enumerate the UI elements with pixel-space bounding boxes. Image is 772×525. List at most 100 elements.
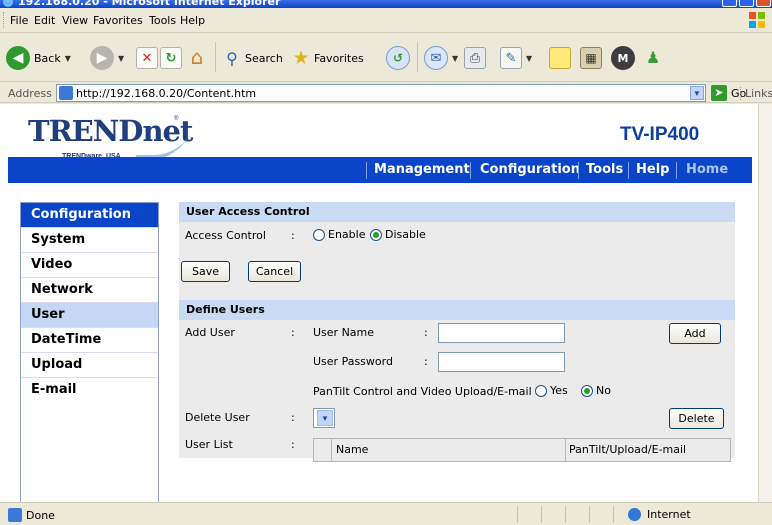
nav-tools[interactable]: Tools [586,162,623,177]
model-name: TV-IP400 [620,124,700,145]
user-name-input[interactable] [438,323,565,343]
mail-dropdown-icon: ▼ [452,53,459,63]
pantilt-no-option[interactable]: No [581,384,611,397]
refresh-button[interactable]: ↻ [160,47,182,69]
user-name-label: User Name [313,326,375,339]
nav-management[interactable]: Management [374,162,470,177]
user-name-colon: : [424,326,428,339]
delete-user-colon: : [291,411,295,424]
page-status-icon [8,508,22,522]
stop-button[interactable]: ✕ [136,47,158,69]
links-button[interactable]: Links [740,87,772,100]
search-button[interactable]: ⚲ Search [221,47,283,69]
user-access-control-heading: User Access Control [179,202,735,222]
toolbar-separator [417,42,418,72]
menu-favorites[interactable]: Favorites [93,14,143,27]
search-label: Search [245,51,283,65]
delete-user-label: Delete User [185,411,250,424]
sidebar-item-datetime[interactable]: DateTime [21,328,158,353]
pantilt-yes-radio[interactable] [535,384,547,397]
sidebar-item-network[interactable]: Network [21,278,158,303]
msn-button[interactable]: ♟ [642,46,664,68]
forward-dropdown-icon: ▼ [118,53,125,63]
security-zone: Internet [628,508,691,521]
pantilt-yes-label: Yes [550,384,568,397]
favorites-button[interactable]: ★ Favorites [290,47,363,69]
print-button[interactable]: ⎙ [464,47,486,69]
menu-edit[interactable]: Edit [34,14,55,27]
vertical-scrollbar[interactable] [758,104,772,502]
edit-icon: ✎ [500,47,522,69]
ie-icon [3,0,13,7]
research-button[interactable]: ▦ [580,47,602,69]
sidebar-item-video[interactable]: Video [21,253,158,278]
menu-file[interactable]: File [10,14,28,27]
menu-grip [3,12,6,28]
back-label: Back [34,51,61,65]
delete-user-select[interactable]: ▼ [313,408,335,428]
back-icon: ◀ [6,46,30,70]
access-disable-radio[interactable] [370,228,382,241]
back-button[interactable]: ◀ Back ▼ [6,46,71,70]
menu-view[interactable]: View [62,14,88,27]
messenger-icon: M [611,46,635,70]
save-button[interactable]: Save [181,261,230,282]
cancel-button[interactable]: Cancel [248,261,301,282]
folder-icon: ▦ [580,47,602,69]
access-disable-label: Disable [385,228,426,241]
access-enable-option[interactable]: Enable [313,228,365,241]
nav-separator [470,162,471,179]
discuss-button[interactable] [549,47,571,69]
user-list-header-permissions: PanTilt/Upload/E-mail [569,443,687,456]
sidebar: Configuration System Video Network User … [20,202,159,502]
add-button[interactable]: Add [669,323,721,344]
address-label: Address [8,87,52,100]
status-pane-divider [517,506,518,523]
sidebar-item-system[interactable]: System [21,228,158,253]
msn-icon: ♟ [645,47,661,67]
sidebar-item-upload[interactable]: Upload [21,353,158,378]
chevron-down-icon: ▼ [317,410,333,426]
search-icon: ⚲ [226,48,238,68]
nav-home[interactable]: Home [686,162,728,177]
close-button[interactable] [756,0,771,7]
status-pane-divider [613,506,614,523]
sidebar-item-user[interactable]: User [21,303,158,328]
trendnet-logo: TRENDnet ® TRENDware, USA [28,114,193,160]
menu-tools[interactable]: Tools [149,14,176,27]
nav-configuration[interactable]: Configuration [480,162,580,177]
pantilt-label: PanTilt Control and Video Upload/E-mail … [313,385,539,398]
history-icon: ↺ [386,46,410,70]
status-pane-divider [589,506,590,523]
user-password-colon: : [424,355,428,368]
mail-button[interactable]: ✉ ▼ [424,46,458,70]
forward-button[interactable]: ▶ ▼ [90,46,124,70]
edit-button[interactable]: ✎ ▼ [500,47,532,69]
address-dropdown-icon[interactable]: ▼ [690,86,704,100]
maximize-button[interactable] [739,0,754,7]
user-list-header-name: Name [332,439,566,461]
history-button[interactable]: ↺ [386,46,410,70]
edit-dropdown-icon: ▼ [526,53,533,63]
pantilt-yes-option[interactable]: Yes [535,384,568,397]
nav-separator [578,162,579,179]
menu-help[interactable]: Help [180,14,205,27]
pantilt-no-radio[interactable] [581,384,593,397]
window-title-bar: 192.168.0.20 - Microsoft Internet Explor… [0,0,772,8]
toolbar-separator [215,42,216,72]
address-bar: Address http://192.168.0.20/Content.htm … [0,83,772,103]
user-password-input[interactable] [438,352,565,372]
messenger-button[interactable]: M [611,46,635,70]
home-button[interactable]: ⌂ [186,45,208,69]
top-nav-bar: Management Configuration Tools Help Home [8,157,752,183]
access-enable-radio[interactable] [313,228,325,241]
address-input[interactable]: http://192.168.0.20/Content.htm ▼ [56,84,706,102]
access-disable-option[interactable]: Disable [370,228,426,241]
delete-button[interactable]: Delete [669,408,724,429]
nav-help[interactable]: Help [636,162,669,177]
add-user-label: Add User [185,326,235,339]
sidebar-item-email[interactable]: E-mail [21,378,158,403]
minimize-button[interactable] [722,0,737,7]
windows-logo-icon [749,12,765,28]
status-bar: Done Internet [0,502,772,525]
